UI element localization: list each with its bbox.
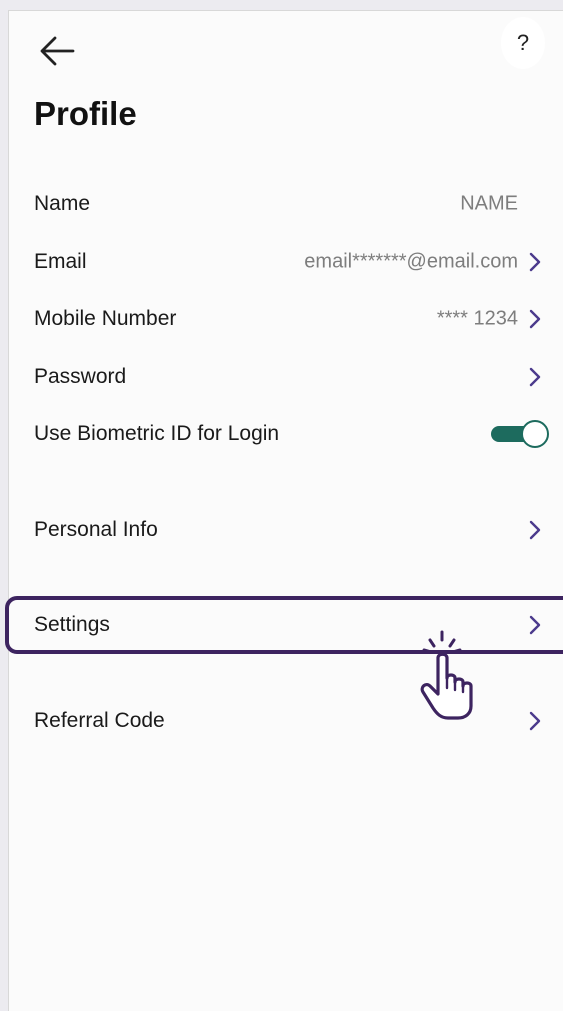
mobile-number-row[interactable]: Mobile Number **** 1234: [9, 294, 563, 344]
email-value: email*******@email.com: [304, 250, 518, 273]
referral-code-row[interactable]: Referral Code: [9, 696, 563, 746]
email-label: Email: [34, 250, 87, 273]
chevron-right-icon: [529, 309, 541, 329]
biometric-toggle[interactable]: [491, 420, 549, 448]
password-row[interactable]: Password: [9, 352, 563, 402]
mobile-number-label: Mobile Number: [34, 307, 177, 330]
email-row[interactable]: Email email*******@email.com: [9, 237, 563, 287]
chevron-right-icon: [529, 367, 541, 387]
chevron-right-icon: [529, 615, 541, 635]
biometric-row: Use Biometric ID for Login: [9, 409, 563, 459]
arrow-left-icon: [40, 36, 75, 66]
chevron-right-icon: [529, 252, 541, 272]
mobile-number-value: **** 1234: [436, 307, 518, 330]
referral-code-label: Referral Code: [34, 709, 165, 732]
name-row: Name NAME: [9, 179, 563, 229]
back-button[interactable]: [37, 33, 77, 69]
biometric-label: Use Biometric ID for Login: [34, 422, 280, 445]
toggle-knob: [521, 420, 549, 448]
name-label: Name: [34, 192, 91, 215]
help-button[interactable]: ?: [501, 17, 545, 69]
profile-screen: ? Profile Name NAME Email email*******@e…: [5, 10, 563, 1011]
settings-label: Settings: [34, 613, 110, 636]
chevron-right-icon: [529, 520, 541, 540]
settings-row[interactable]: Settings: [9, 600, 563, 650]
chevron-right-icon: [529, 711, 541, 731]
name-value: NAME: [460, 192, 518, 215]
personal-info-row[interactable]: Personal Info: [9, 505, 563, 555]
page-title: Profile: [34, 95, 137, 132]
password-label: Password: [34, 365, 127, 388]
personal-info-label: Personal Info: [34, 518, 158, 541]
